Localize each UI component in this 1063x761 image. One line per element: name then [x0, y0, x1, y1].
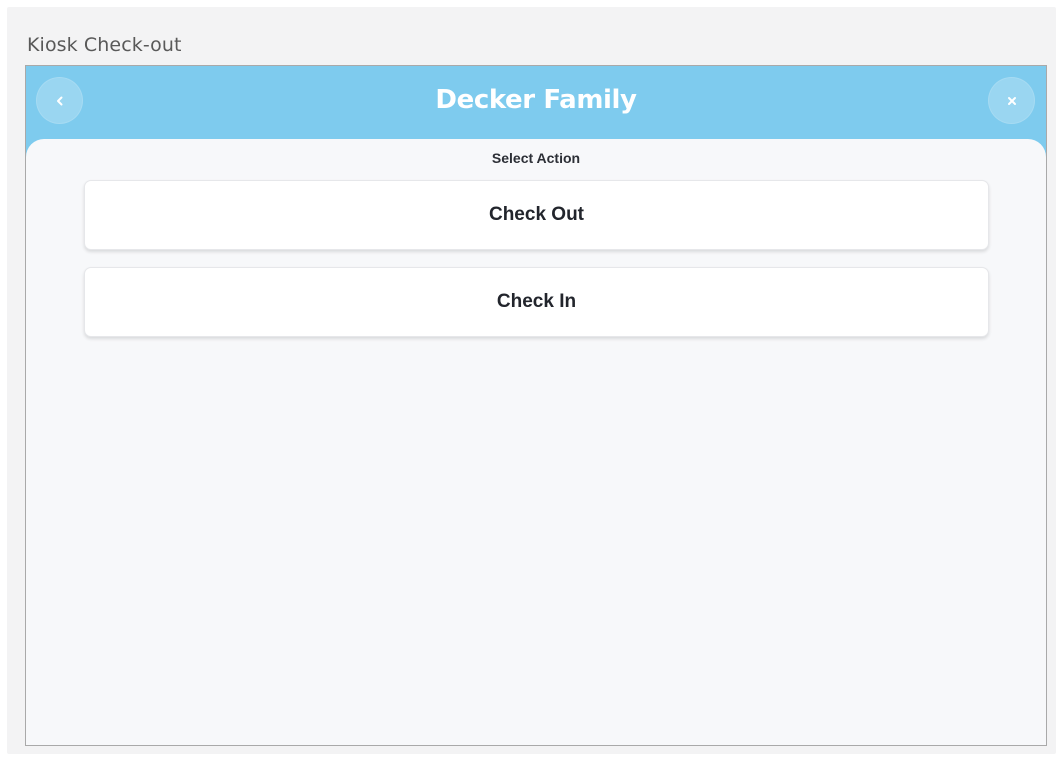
close-button[interactable] [988, 77, 1035, 124]
chevron-left-icon [54, 95, 66, 107]
header-bar: Decker Family [26, 66, 1046, 146]
close-icon [1006, 95, 1018, 107]
content-panel: Select Action Check Out Check In [26, 139, 1046, 745]
kiosk-frame: Decker Family Select Action Check Out Ch… [25, 65, 1047, 746]
check-out-label: Check Out [488, 204, 585, 225]
section-label: Select Action [491, 150, 581, 166]
back-button[interactable] [36, 77, 83, 124]
family-title: Decker Family [435, 85, 637, 115]
check-in-button[interactable]: Check In [84, 267, 989, 337]
check-out-button[interactable]: Check Out [84, 180, 989, 250]
check-in-label: Check In [496, 291, 577, 312]
page-caption: Kiosk Check-out [27, 34, 182, 56]
